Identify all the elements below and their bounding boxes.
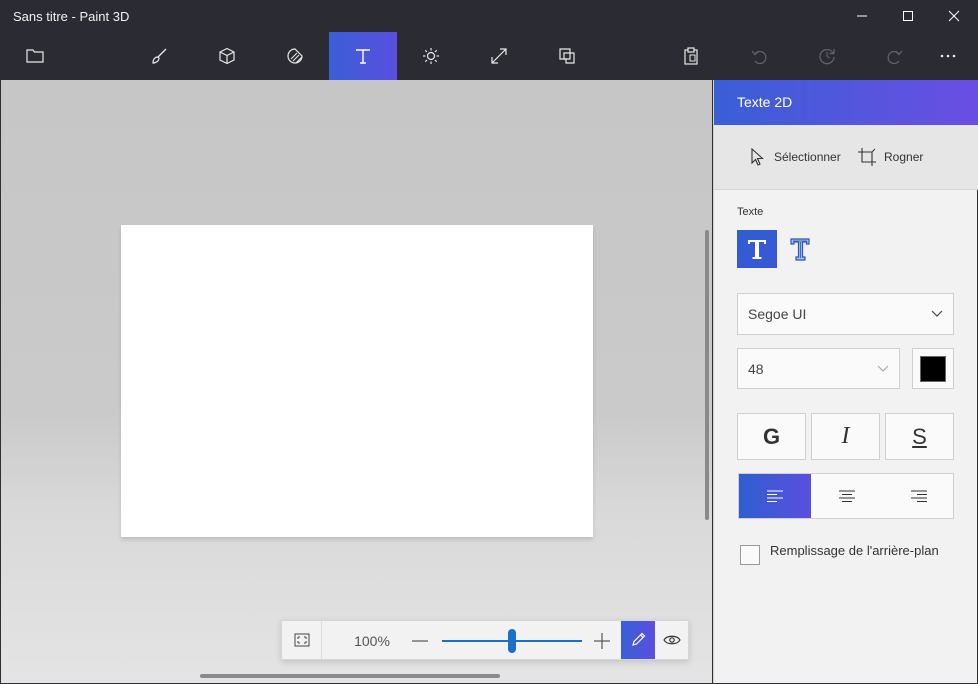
font-size-dropdown[interactable]: 48 <box>737 348 900 389</box>
align-right-icon <box>911 490 927 502</box>
chevron-down-icon <box>931 310 943 317</box>
brushes-tool[interactable] <box>125 32 193 80</box>
minimize-button[interactable] <box>839 0 885 32</box>
crop-label: Rogner <box>884 150 924 164</box>
close-icon <box>948 10 960 22</box>
view-mode-button[interactable] <box>655 621 689 659</box>
edit-mode-button[interactable] <box>621 621 655 659</box>
zoom-in-button[interactable] <box>590 629 614 653</box>
plain-text-button[interactable] <box>737 230 777 268</box>
italic-label: I <box>841 423 850 449</box>
cursor-icon <box>751 148 764 166</box>
resize-icon <box>491 48 507 64</box>
plus-icon <box>594 633 610 649</box>
align-center-icon <box>839 490 855 502</box>
zoom-slider-thumb[interactable] <box>508 629 516 653</box>
font-size-value: 48 <box>748 361 764 377</box>
3d-text-button[interactable] <box>780 230 820 268</box>
zoom-percent: 100% <box>354 633 390 649</box>
text-2d-panel: Texte 2D Sélectionner Rogner Texte Segoe… <box>713 80 978 683</box>
brush-icon <box>152 48 167 64</box>
background-fill-label: Remplissage de l'arrière-plan <box>770 543 939 558</box>
panel-header: Texte 2D <box>714 80 978 125</box>
vertical-scrollbar[interactable] <box>705 230 709 520</box>
folder-icon <box>26 49 44 63</box>
color-swatch <box>920 355 946 382</box>
underline-button[interactable]: S <box>885 413 954 460</box>
text-section-label: Texte <box>737 206 764 218</box>
align-right-button[interactable] <box>883 474 955 518</box>
3d-library-tool[interactable] <box>533 32 601 80</box>
font-family-dropdown[interactable]: Segoe UI <box>737 293 954 335</box>
undo-icon <box>751 50 767 65</box>
chevron-down-icon <box>877 365 889 372</box>
minimize-icon <box>857 15 867 17</box>
background-fill-checkbox[interactable] <box>740 545 760 565</box>
align-center-button[interactable] <box>811 474 883 518</box>
fit-to-screen-button[interactable] <box>282 621 322 659</box>
crop-button[interactable]: Rogner <box>858 145 923 169</box>
bold-label: G <box>762 423 781 449</box>
effects-tool[interactable] <box>397 32 465 80</box>
redo-icon <box>887 50 903 65</box>
window-title: Sans titre - Paint 3D <box>13 9 130 24</box>
workspace[interactable]: 100% <box>1 80 712 683</box>
align-left-button[interactable] <box>739 474 811 518</box>
crop-icon <box>858 148 876 166</box>
drawing-canvas[interactable] <box>121 225 593 537</box>
fit-screen-icon <box>294 633 309 647</box>
text-tool[interactable] <box>329 32 397 80</box>
bold-button[interactable]: G <box>737 413 806 460</box>
sticker-icon <box>287 48 303 64</box>
library-icon <box>559 48 575 64</box>
paste-button[interactable] <box>657 32 725 80</box>
alignment-group <box>738 473 954 519</box>
italic-button[interactable]: I <box>811 413 880 460</box>
text-3d-icon <box>790 238 810 261</box>
sun-icon <box>423 48 439 64</box>
history-button[interactable] <box>793 32 861 80</box>
text-plain-icon <box>748 240 766 259</box>
text-icon <box>356 49 370 64</box>
canvas-tool[interactable] <box>465 32 533 80</box>
title-bar: Sans titre - Paint 3D <box>0 0 978 32</box>
panel-title: Texte 2D <box>737 94 793 110</box>
clipboard-icon <box>684 47 698 65</box>
horizontal-scrollbar[interactable] <box>200 674 500 678</box>
more-button[interactable] <box>919 32 977 80</box>
menu-button[interactable] <box>1 32 69 80</box>
pencil-icon <box>632 632 646 646</box>
cube-icon <box>219 47 235 65</box>
minus-icon <box>412 640 428 642</box>
close-button[interactable] <box>931 0 977 32</box>
select-button[interactable]: Sélectionner <box>750 145 841 169</box>
zoom-out-button[interactable] <box>408 629 432 653</box>
zoom-bar: 100% <box>281 620 689 660</box>
undo-button[interactable] <box>725 32 793 80</box>
history-icon <box>819 49 835 65</box>
stickers-tool[interactable] <box>261 32 329 80</box>
selection-tools: Sélectionner Rogner <box>714 125 978 190</box>
main-toolbar <box>0 32 978 80</box>
underline-label: S <box>912 423 927 449</box>
more-icon <box>940 54 956 58</box>
eye-icon <box>663 635 681 645</box>
font-family-value: Segoe UI <box>748 306 807 322</box>
text-color-button[interactable] <box>912 348 954 389</box>
3d-shapes-tool[interactable] <box>193 32 261 80</box>
align-left-icon <box>767 490 783 502</box>
select-label: Sélectionner <box>774 150 841 164</box>
maximize-button[interactable] <box>885 0 931 32</box>
maximize-icon <box>903 11 913 21</box>
